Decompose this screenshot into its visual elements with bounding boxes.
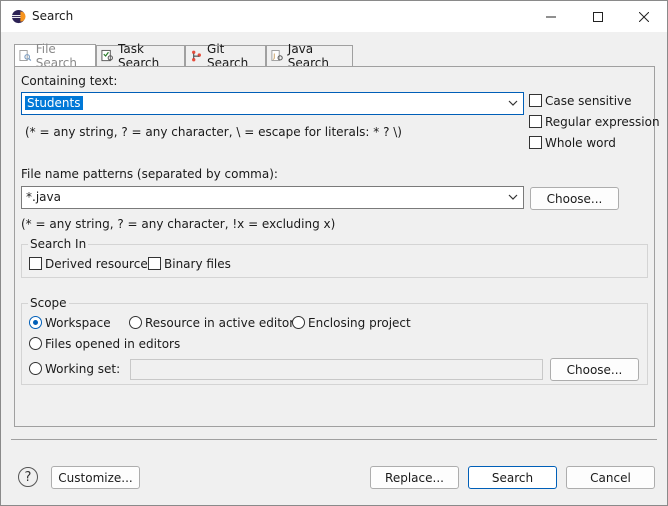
- binary-files-label: Binary files: [164, 257, 231, 271]
- git-search-icon: [192, 50, 201, 62]
- working-set-choose-button[interactable]: Choose...: [550, 358, 639, 381]
- workspace-label: Workspace: [45, 316, 111, 330]
- maximize-icon: [593, 11, 603, 22]
- task-search-icon: [101, 49, 113, 62]
- customize-button[interactable]: Customize...: [51, 466, 140, 489]
- scope-title: Scope: [28, 296, 69, 310]
- regex-label: Regular expression: [545, 115, 660, 129]
- file-patterns-value: *.java: [26, 190, 61, 204]
- title-bar: Search: [1, 1, 667, 32]
- opened-editors-radio[interactable]: [29, 337, 42, 350]
- working-set-field[interactable]: [130, 359, 543, 380]
- file-patterns-label: File name patterns (separated by comma):: [21, 167, 278, 181]
- case-sensitive-label: Case sensitive: [545, 94, 632, 108]
- cancel-button[interactable]: Cancel: [566, 466, 655, 489]
- enclosing-project-radio[interactable]: [292, 316, 305, 329]
- chevron-down-icon[interactable]: [507, 97, 519, 109]
- working-set-label: Working set:: [45, 362, 121, 376]
- regex-checkbox[interactable]: [529, 115, 542, 128]
- close-icon: [639, 11, 649, 22]
- derived-resources-label: Derived resources: [45, 257, 154, 271]
- binary-files-checkbox[interactable]: [148, 257, 161, 270]
- file-patterns-choose-button[interactable]: Choose...: [530, 187, 619, 210]
- workspace-radio[interactable]: [29, 316, 42, 329]
- file-patterns-hint: (* = any string, ? = any character, !x =…: [21, 217, 336, 231]
- window-title: Search: [32, 9, 74, 23]
- tab-git-search[interactable]: Git Search: [185, 42, 266, 70]
- active-editor-label: Resource in active editor: [145, 316, 295, 330]
- search-button[interactable]: Search: [468, 466, 557, 489]
- whole-word-label: Whole word: [545, 136, 616, 150]
- containing-text-hint: (* = any string, ? = any character, \ = …: [25, 125, 402, 139]
- eclipse-icon: [11, 9, 26, 24]
- opened-editors-label: Files opened in editors: [45, 337, 181, 351]
- tab-file-search[interactable]: File Search: [14, 42, 96, 70]
- replace-button[interactable]: Replace...: [370, 466, 459, 489]
- java-search-icon: J: [271, 50, 283, 62]
- search-in-title: Search In: [28, 237, 89, 251]
- file-search-icon: [19, 50, 32, 62]
- enclosing-project-label: Enclosing project: [308, 316, 411, 330]
- derived-resources-checkbox[interactable]: [29, 257, 42, 270]
- chevron-down-icon[interactable]: [507, 191, 519, 203]
- file-patterns-input[interactable]: *.java: [21, 186, 524, 209]
- footer-separator: [11, 439, 657, 440]
- containing-text-input[interactable]: Students: [21, 92, 524, 115]
- tab-java-search[interactable]: J Java Search: [266, 42, 353, 70]
- tab-task-search[interactable]: Task Search: [96, 42, 185, 70]
- help-icon[interactable]: ?: [18, 467, 38, 487]
- case-sensitive-checkbox[interactable]: [529, 94, 542, 107]
- working-set-radio[interactable]: [29, 362, 42, 375]
- containing-text-value: Students: [25, 96, 83, 110]
- close-button[interactable]: [621, 1, 667, 32]
- minimize-icon: [546, 16, 556, 17]
- containing-text-label: Containing text:: [21, 74, 118, 88]
- search-dialog: Search File Search Task Search Git Searc…: [0, 0, 668, 506]
- svg-text:J: J: [272, 52, 275, 60]
- active-editor-radio[interactable]: [129, 316, 142, 329]
- whole-word-checkbox[interactable]: [529, 136, 542, 149]
- maximize-button[interactable]: [575, 1, 621, 32]
- minimize-button[interactable]: [528, 1, 574, 32]
